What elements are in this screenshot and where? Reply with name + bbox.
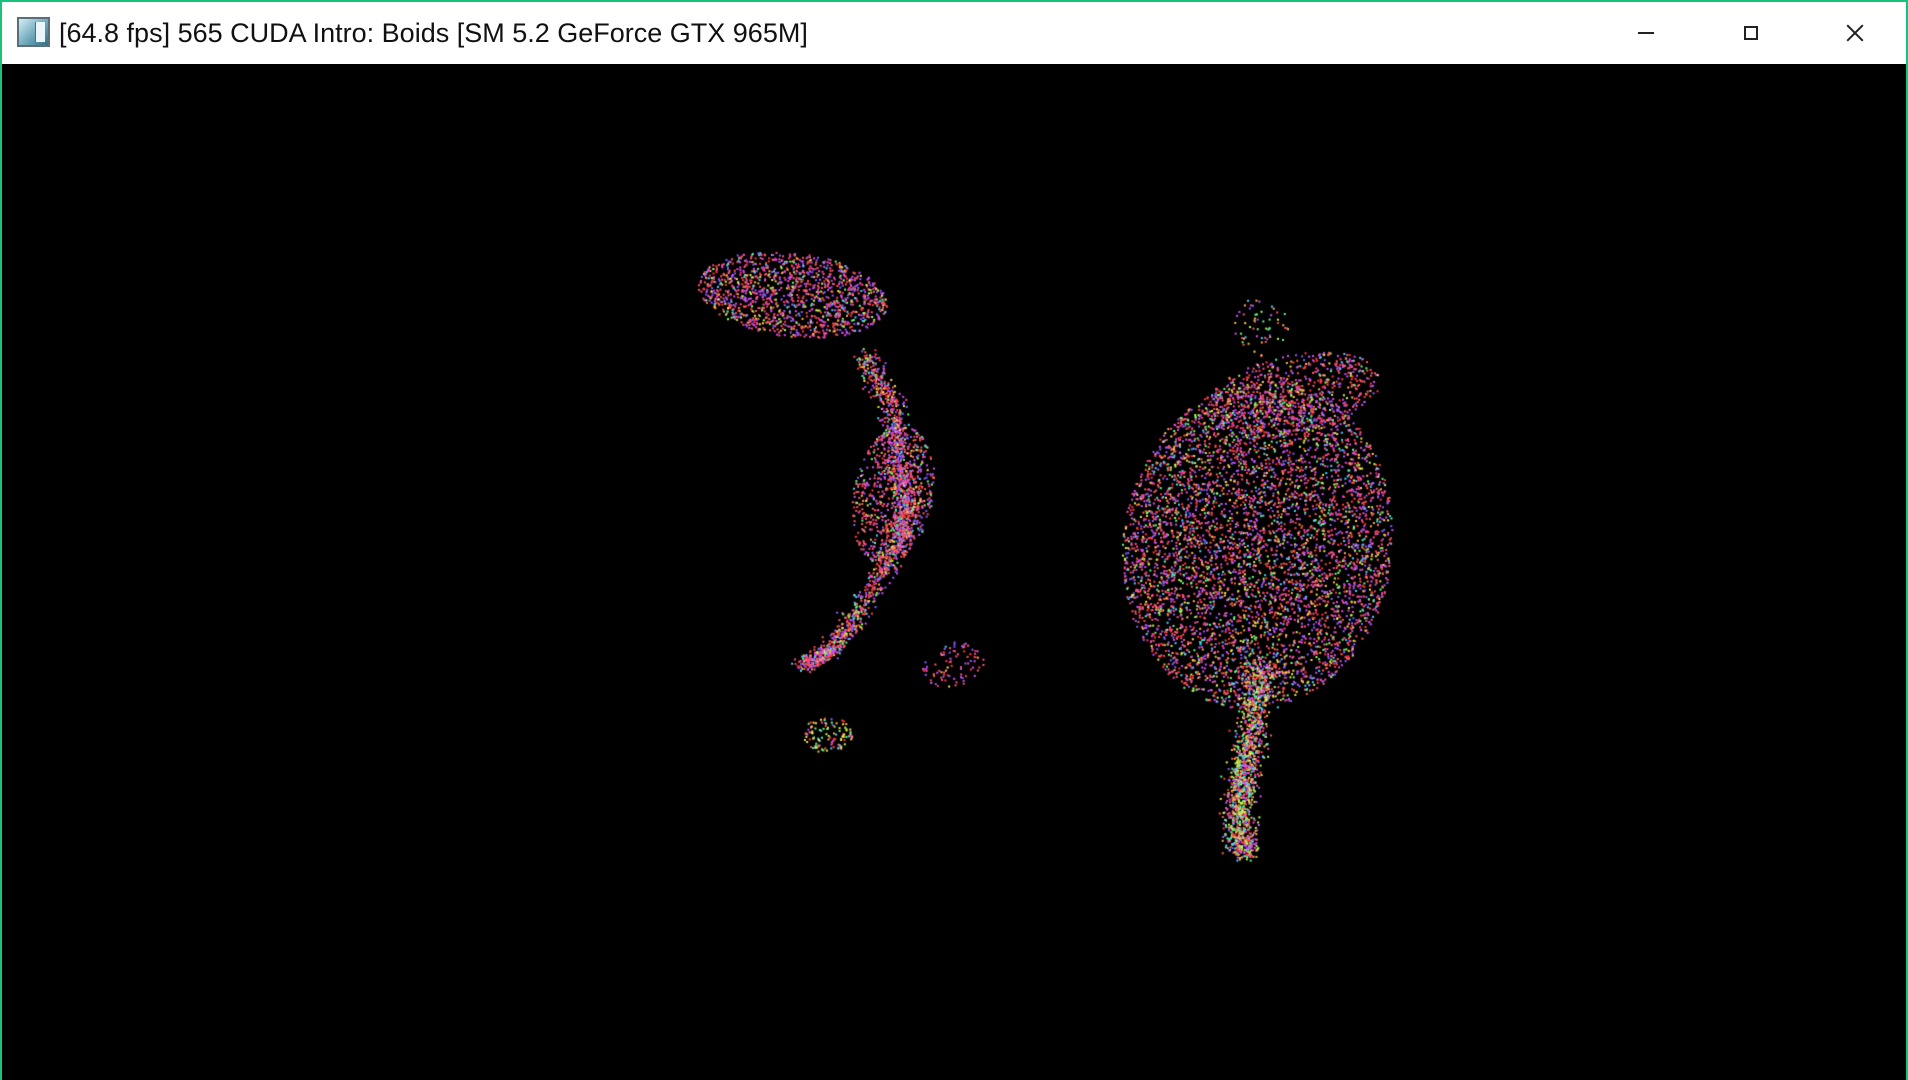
- window-title: [64.8 fps] 565 CUDA Intro: Boids [SM 5.2…: [59, 18, 808, 48]
- simulation-viewport[interactable]: [2, 64, 1906, 1080]
- maximize-icon: [1744, 26, 1758, 40]
- minimize-button[interactable]: [1594, 2, 1698, 64]
- close-button[interactable]: [1803, 2, 1906, 64]
- app-window-icon[interactable]: [17, 17, 50, 47]
- minimize-icon: [1638, 32, 1654, 34]
- title-bar[interactable]: [64.8 fps] 565 CUDA Intro: Boids [SM 5.2…: [2, 2, 1906, 64]
- maximize-button[interactable]: [1699, 2, 1803, 64]
- close-icon: [1846, 24, 1864, 42]
- app-window: [64.8 fps] 565 CUDA Intro: Boids [SM 5.2…: [0, 0, 1908, 1080]
- boids-canvas[interactable]: [2, 64, 1906, 1080]
